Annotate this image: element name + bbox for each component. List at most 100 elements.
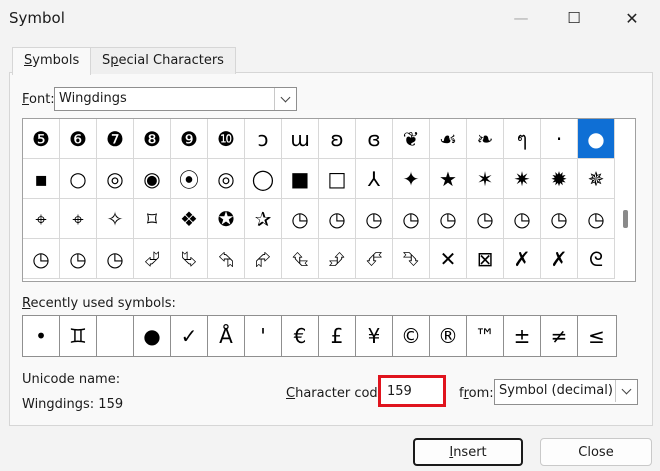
symbol-cell[interactable]: ◷ xyxy=(97,239,134,279)
symbol-cell[interactable]: ✰ xyxy=(245,199,282,239)
symbol-cell[interactable]: ๆ xyxy=(504,119,541,159)
symbol-cell[interactable]: ✗ xyxy=(504,239,541,279)
symbol-cell[interactable]: ❦ xyxy=(393,119,430,159)
symbol-cell[interactable]: ◎ xyxy=(97,159,134,199)
symbol-cell[interactable]: ⦿ xyxy=(171,159,208,199)
symbol-cell[interactable]: ✹ xyxy=(541,159,578,199)
symbol-cell[interactable]: ʚ xyxy=(319,119,356,159)
chevron-down-icon[interactable] xyxy=(615,380,637,402)
symbol-cell[interactable]: ɞ xyxy=(356,119,393,159)
symbol-cell[interactable]: ⮴ xyxy=(282,239,319,279)
symbol-cell[interactable]: ⮲ xyxy=(208,239,245,279)
symbol-cell[interactable]: ✦ xyxy=(393,159,430,199)
symbol-cell[interactable]: ◷ xyxy=(430,199,467,239)
recent-symbol-cell[interactable]: ≤ xyxy=(578,316,615,356)
symbol-cell[interactable]: ✷ xyxy=(504,159,541,199)
recent-symbol-cell[interactable]: ✓ xyxy=(171,316,208,356)
symbol-cell[interactable]: ⮳ xyxy=(245,239,282,279)
symbol-cell[interactable]: ⮶ xyxy=(356,239,393,279)
recent-symbol-cell[interactable]: Å xyxy=(208,316,245,356)
symbol-cell[interactable]: ⊠ xyxy=(467,239,504,279)
symbol-cell[interactable]: ɯ xyxy=(282,119,319,159)
symbol-cell[interactable]: ○ xyxy=(60,159,97,199)
symbol-cell[interactable]: · xyxy=(541,119,578,159)
symbol-cell[interactable]: ⌖ xyxy=(23,199,60,239)
maximize-button[interactable]: ☐ xyxy=(551,0,597,36)
recent-symbol-cell[interactable]: ● xyxy=(134,316,171,356)
symbol-cell[interactable]: ■ xyxy=(282,159,319,199)
symbol-cell[interactable]: ◎ xyxy=(208,159,245,199)
symbol-cell[interactable]: ◷ xyxy=(393,199,430,239)
minimize-button[interactable]: — xyxy=(498,0,544,36)
symbol-cell[interactable]: ❺ xyxy=(23,119,60,159)
tab-symbols[interactable]: Symbols xyxy=(12,47,92,75)
close-window-button[interactable]: ✕ xyxy=(609,0,655,36)
symbol-cell[interactable]: ⅄ xyxy=(356,159,393,199)
symbol-cell[interactable]: ✪ xyxy=(208,199,245,239)
recent-symbol-cell[interactable]: ™ xyxy=(467,316,504,356)
symbol-cell[interactable]: ⮵ xyxy=(319,239,356,279)
minimize-icon: — xyxy=(513,9,529,27)
recent-symbol-cell[interactable]: ® xyxy=(430,316,467,356)
symbol-cell[interactable]: ◷ xyxy=(60,239,97,279)
close-button[interactable]: Close xyxy=(540,438,652,466)
symbol-cell[interactable]: ◷ xyxy=(578,199,615,239)
tab-symbols-label: Symbols xyxy=(24,53,80,68)
symbol-cell[interactable]: ⮰ xyxy=(134,239,171,279)
symbol-cell[interactable]: ✵ xyxy=(578,159,615,199)
recent-symbol-cell[interactable]: • xyxy=(23,316,60,356)
symbol-cell[interactable]: ☙ xyxy=(430,119,467,159)
recent-symbol-cell[interactable] xyxy=(97,316,134,356)
symbol-cell[interactable]: ⌖ xyxy=(60,199,97,239)
symbol-cell[interactable]: ❖ xyxy=(171,199,208,239)
recent-symbol-cell[interactable]: ' xyxy=(245,316,282,356)
symbol-cell[interactable]: ❽ xyxy=(134,119,171,159)
symbol-cell[interactable]: ❧ xyxy=(467,119,504,159)
tab-special-characters[interactable]: Special Characters xyxy=(90,47,236,74)
symbol-cell[interactable]: ❼ xyxy=(97,119,134,159)
symbol-cell[interactable]: ◉ xyxy=(134,159,171,199)
symbol-cell[interactable]: ◷ xyxy=(23,239,60,279)
symbol-cell[interactable]: ᘓ xyxy=(578,239,615,279)
symbol-cell[interactable]: ◷ xyxy=(356,199,393,239)
symbol-cell[interactable]: ✗ xyxy=(541,239,578,279)
symbol-cell[interactable]: ❿ xyxy=(208,119,245,159)
symbol-cell[interactable]: ★ xyxy=(430,159,467,199)
symbol-cell[interactable]: ⮱ xyxy=(171,239,208,279)
symbol-grid: ❺ ❻ ❼ ❽ ❾ ❿ ↄ ɯ ʚ ɞ ❦ ☙ ❧ ๆ · ● ▪ ○ ◎ ◉ ⦿ ◎ ◯ ■ □ ⅄ ✦ ★ ✶ ✷ ✹ ✵ ⌖ ⌖ ✧ ⌑ ❖ ✪ ✰ ◷… xyxy=(22,118,636,282)
symbol-cell[interactable]: ❻ xyxy=(60,119,97,159)
symbol-cell[interactable]: ◷ xyxy=(467,199,504,239)
symbol-cell[interactable]: ✕ xyxy=(430,239,467,279)
symbol-cell[interactable]: ↄ xyxy=(245,119,282,159)
vertical-scrollbar[interactable] xyxy=(617,119,635,281)
symbol-cell[interactable]: ▪ xyxy=(23,159,60,199)
symbol-cell[interactable]: ◷ xyxy=(504,199,541,239)
symbol-cell[interactable]: ✧ xyxy=(97,199,134,239)
recent-symbol-cell[interactable]: © xyxy=(393,316,430,356)
character-code-input[interactable]: 159 xyxy=(378,375,446,407)
symbol-cell[interactable]: ◷ xyxy=(541,199,578,239)
insert-button[interactable]: Insert xyxy=(413,438,523,466)
recent-symbol-cell[interactable]: € xyxy=(282,316,319,356)
recent-symbol-cell[interactable]: ¥ xyxy=(356,316,393,356)
font-dropdown[interactable]: Wingdings xyxy=(54,87,297,111)
symbol-cell[interactable]: ⌑ xyxy=(134,199,171,239)
symbol-cell[interactable]: ◯ xyxy=(245,159,282,199)
from-label: from: xyxy=(459,386,494,401)
symbol-cell[interactable]: ⮷ xyxy=(393,239,430,279)
symbol-cell[interactable]: ❾ xyxy=(171,119,208,159)
recent-symbol-cell[interactable]: £ xyxy=(319,316,356,356)
chevron-down-icon[interactable] xyxy=(274,88,296,110)
recent-symbol-cell[interactable]: ♊ xyxy=(60,316,97,356)
symbol-cell[interactable]: ◷ xyxy=(282,199,319,239)
insert-button-label: Insert xyxy=(449,444,487,460)
unicode-name-label: Unicode name: xyxy=(22,372,121,387)
recent-symbol-cell[interactable]: ≠ xyxy=(541,316,578,356)
scrollbar-thumb[interactable] xyxy=(623,210,628,228)
symbol-cell[interactable]: ✶ xyxy=(467,159,504,199)
symbol-cell[interactable]: ● xyxy=(578,119,615,159)
symbol-cell[interactable]: ◷ xyxy=(319,199,356,239)
from-dropdown[interactable]: Symbol (decimal) xyxy=(494,379,638,405)
symbol-cell[interactable]: □ xyxy=(319,159,356,199)
recent-symbol-cell[interactable]: ± xyxy=(504,316,541,356)
